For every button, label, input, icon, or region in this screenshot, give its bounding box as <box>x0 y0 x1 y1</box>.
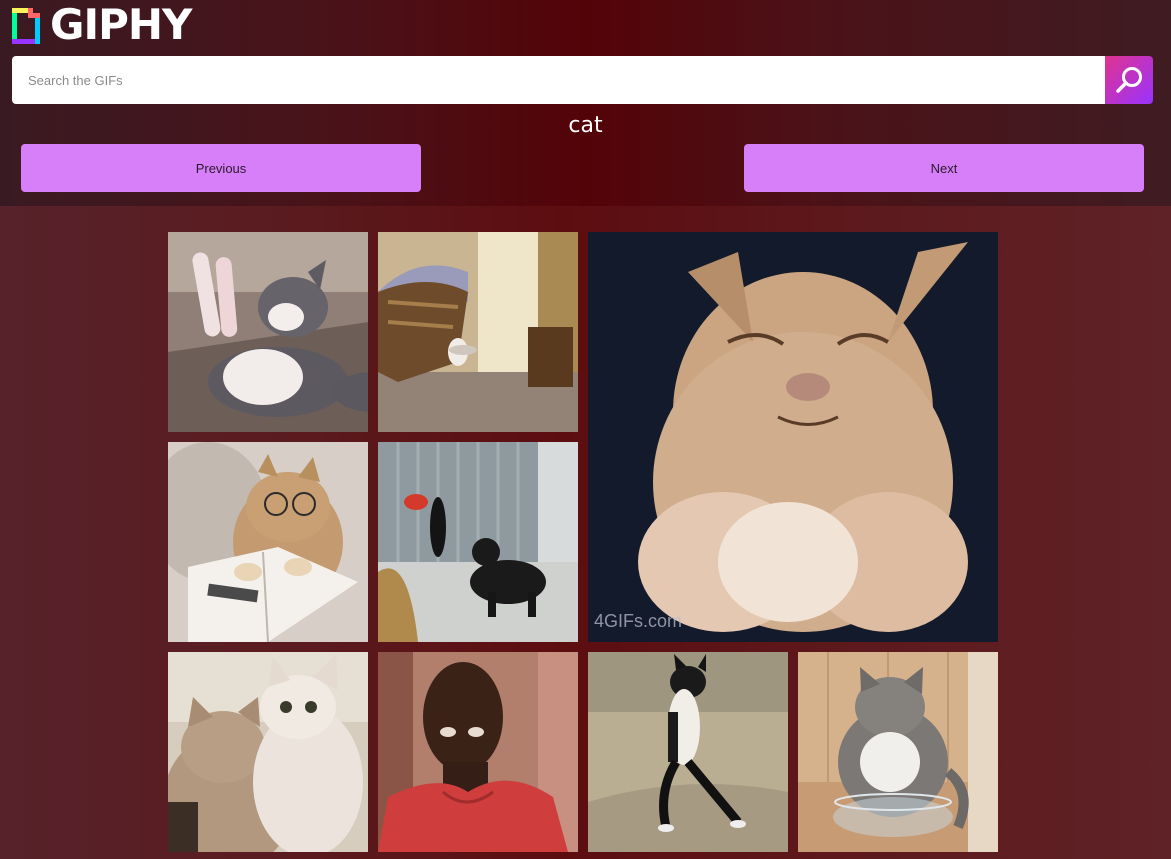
next-button[interactable]: Next <box>744 144 1144 192</box>
gif-thumbnail-image <box>588 652 788 852</box>
gif-result-featured[interactable]: 4GIFs.com <box>588 232 998 642</box>
search-input[interactable] <box>12 56 1105 104</box>
giphy-logo[interactable]: GIPHY <box>12 0 192 49</box>
gif-result[interactable] <box>168 442 368 642</box>
header: GIPHY cat Previous Next <box>0 0 1171 206</box>
search-button[interactable] <box>1105 56 1153 104</box>
gif-result[interactable] <box>168 232 368 432</box>
gif-thumbnail-image <box>378 652 578 852</box>
gif-thumbnail-image <box>168 652 368 852</box>
gif-result[interactable] <box>168 652 368 852</box>
giphy-logo-icon <box>12 8 40 44</box>
giphy-wordmark: GIPHY <box>50 0 192 49</box>
watermark-text: 4GIFs.com <box>594 611 682 631</box>
gif-thumbnail-image <box>168 442 368 642</box>
gif-thumbnail-image <box>168 232 368 432</box>
gif-result[interactable] <box>798 652 998 852</box>
gif-thumbnail-image <box>798 652 998 852</box>
search-query-title: cat <box>568 113 603 138</box>
gif-thumbnail-image <box>378 442 578 642</box>
search-icon <box>1116 67 1142 93</box>
gif-result[interactable] <box>378 442 578 642</box>
previous-button[interactable]: Previous <box>21 144 421 192</box>
gif-thumbnail-image: 4GIFs.com <box>588 232 998 642</box>
search-bar <box>12 56 1153 104</box>
gif-result[interactable] <box>378 232 578 432</box>
gif-result[interactable] <box>378 652 578 852</box>
gif-result[interactable] <box>588 652 788 852</box>
gif-thumbnail-image <box>378 232 578 432</box>
